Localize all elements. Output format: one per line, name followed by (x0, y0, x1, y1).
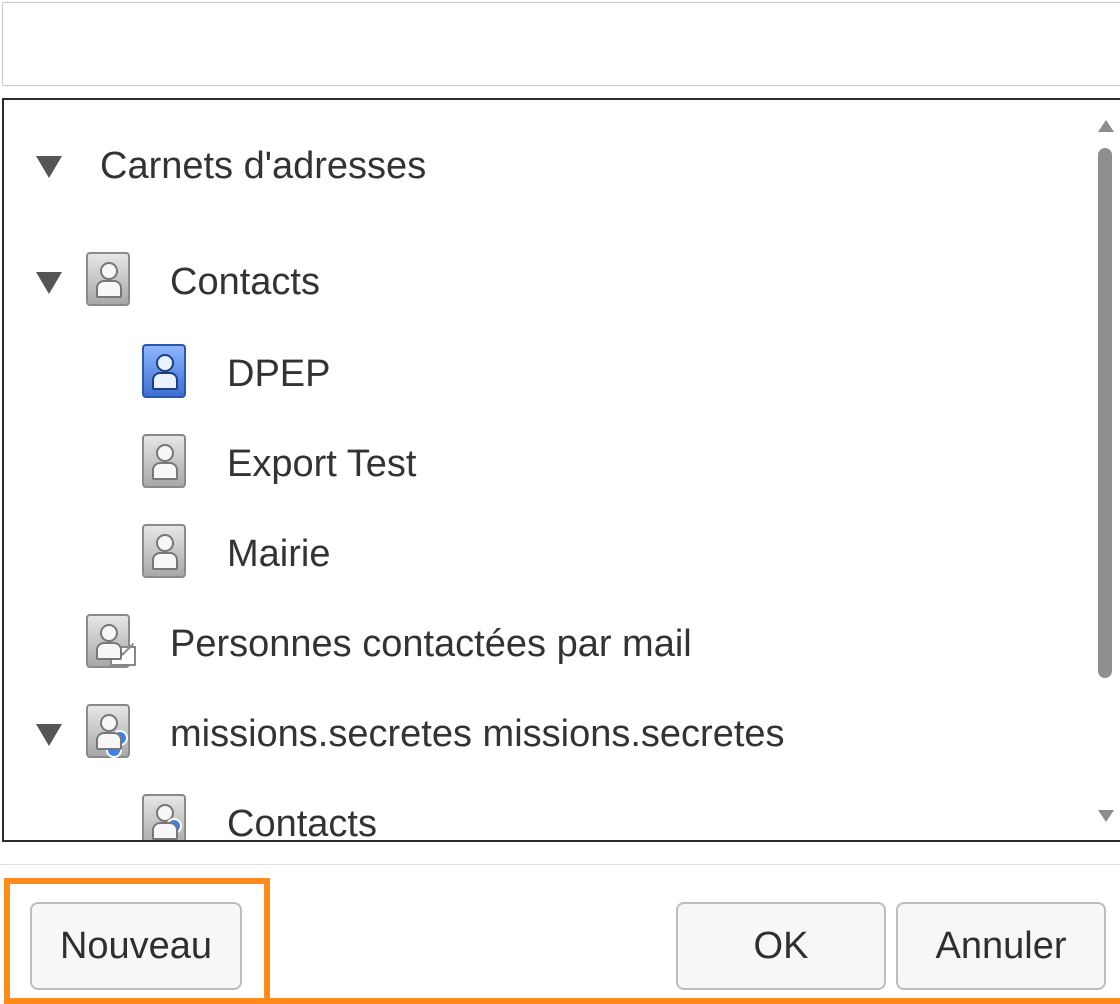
search-input[interactable] (2, 2, 1120, 86)
vertical-scrollbar[interactable] (1092, 100, 1116, 840)
tree-root-label: Carnets d'adresses (100, 145, 427, 187)
tree-item-label: DPEP (227, 353, 331, 395)
new-button[interactable]: Nouveau (30, 902, 242, 990)
scrollbar-thumb[interactable] (1098, 148, 1112, 678)
shared-group-folder-icon (86, 704, 130, 758)
group-icon (152, 818, 186, 840)
tree-item-mairie[interactable]: Mairie (4, 522, 1084, 582)
address-book-icon (142, 524, 186, 578)
tree-item-dpep[interactable]: DPEP (4, 342, 1084, 402)
tree-item-label: Export Test (227, 443, 417, 485)
envelope-icon (110, 646, 136, 666)
address-book-mail-icon (86, 614, 136, 668)
address-book-icon (86, 252, 130, 306)
highlight-bottom-line (270, 998, 1120, 1004)
tree-item-label: Contacts (170, 261, 320, 303)
tree-item-export-test[interactable]: Export Test (4, 432, 1084, 492)
scroll-down-arrow-icon[interactable] (1098, 810, 1114, 822)
address-book-tree[interactable]: Carnets d'adresses Contacts DPEP Export … (2, 98, 1120, 842)
tree-root-row[interactable]: Carnets d'adresses (4, 136, 1084, 196)
expand-arrow-icon[interactable] (36, 156, 62, 178)
tree-item-shared-account[interactable]: missions.secretes missions.secretes (4, 702, 1084, 762)
expand-arrow-icon[interactable] (36, 724, 62, 746)
scroll-up-arrow-icon[interactable] (1098, 120, 1114, 132)
tree-item-shared-contacts[interactable]: Contacts (4, 792, 1084, 842)
tree-item-label: Personnes contactées par mail (170, 623, 692, 665)
tree-item-label: missions.secretes missions.secretes (170, 713, 785, 755)
footer-separator (0, 864, 1120, 865)
tree-item-collected-addresses[interactable]: Personnes contactées par mail (4, 612, 1084, 672)
group-icon (98, 730, 132, 758)
cancel-button[interactable]: Annuler (896, 902, 1106, 990)
expand-arrow-icon[interactable] (36, 272, 62, 294)
tree-item-label: Mairie (227, 533, 331, 575)
tree-item-label: Contacts (227, 803, 377, 842)
address-book-selected-icon (142, 344, 186, 398)
address-book-icon (142, 434, 186, 488)
shared-address-book-icon (142, 794, 186, 840)
ok-button[interactable]: OK (676, 902, 886, 990)
tree-item-contacts[interactable]: Contacts (4, 252, 1084, 312)
